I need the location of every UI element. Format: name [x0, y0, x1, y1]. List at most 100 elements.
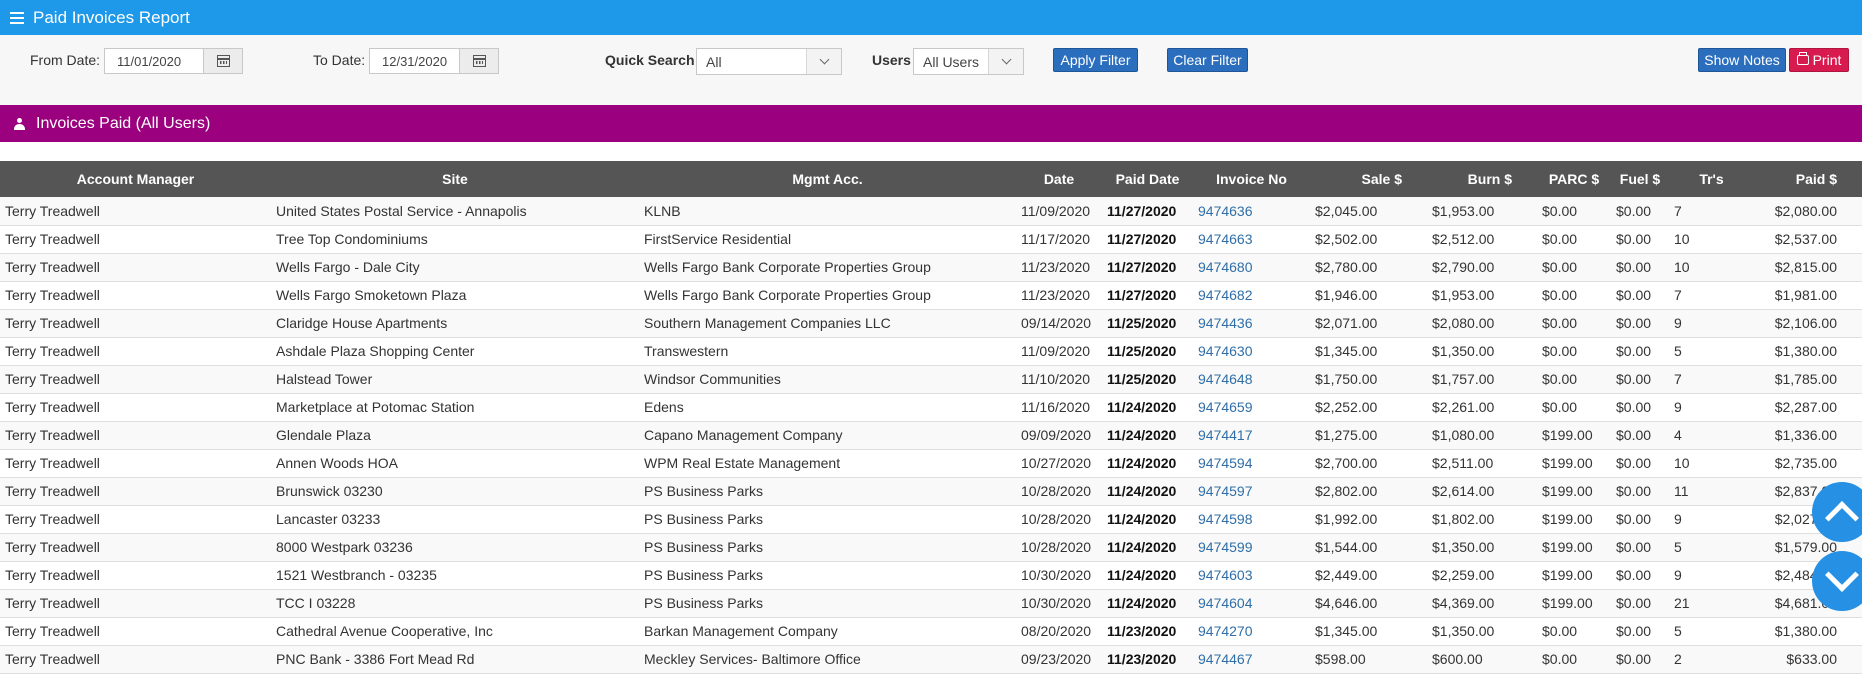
invoice-no-cell[interactable]: 9474663 [1193, 225, 1310, 253]
from-date-input[interactable]: 11/01/2020 [104, 48, 204, 74]
invoice-no-cell[interactable]: 9474603 [1193, 561, 1310, 589]
parc-cell: $199.00 [1542, 511, 1593, 527]
invoice-no-cell[interactable]: 9474636 [1193, 197, 1310, 225]
invoice-no-cell[interactable]: 9474599 [1193, 533, 1310, 561]
from-date-calendar-button[interactable] [203, 48, 243, 74]
users-select[interactable]: All Users [913, 48, 1024, 75]
invoice-no-cell[interactable]: 9474648 [1193, 365, 1310, 393]
paid-cell: $2,106.00 [1774, 315, 1837, 331]
column-header[interactable]: Site [271, 161, 639, 197]
invoice-link[interactable]: 9474680 [1198, 259, 1253, 275]
invoice-link[interactable]: 9474594 [1198, 455, 1253, 471]
invoice-link[interactable]: 9474467 [1198, 651, 1253, 667]
burn-cell: $600.00 [1432, 651, 1483, 667]
quick-search-select[interactable]: All [696, 48, 842, 75]
clear-filter-button[interactable]: Clear Filter [1167, 48, 1248, 72]
column-header[interactable]: Paid Date [1102, 161, 1193, 197]
burn-cell: $2,261.00 [1432, 399, 1495, 415]
invoice-no-cell[interactable]: 9474270 [1193, 617, 1310, 645]
hamburger-menu-icon[interactable] [10, 11, 24, 24]
mgmt-acc-cell: Wells Fargo Bank Corporate Properties Gr… [644, 259, 931, 275]
paid-date-cell: 11/24/2020 [1107, 511, 1177, 527]
date-cell: 10/30/2020 [1021, 595, 1092, 611]
invoice-link[interactable]: 9474636 [1198, 203, 1253, 219]
invoice-no-cell[interactable]: 9474680 [1193, 253, 1310, 281]
invoice-no-cell[interactable]: 9474630 [1193, 337, 1310, 365]
sale-cell: $2,780.00 [1315, 259, 1378, 275]
sale-cell: $2,449.00 [1315, 567, 1378, 583]
chevron-down-icon [819, 54, 829, 65]
table-row: Terry Treadwell Claridge House Apartments… [0, 309, 1862, 337]
invoice-no-cell[interactable]: 9474604 [1193, 589, 1310, 617]
table-row: Terry Treadwell Annen Woods HOA WPM Real E… [0, 449, 1862, 477]
column-header[interactable]: Date [1016, 161, 1102, 197]
print-button[interactable]: Print [1789, 48, 1849, 72]
invoice-link[interactable]: 9474682 [1198, 287, 1253, 303]
account-manager-cell: Terry Treadwell [5, 595, 100, 611]
mgmt-acc-cell: FirstService Residential [644, 231, 792, 247]
fuel-cell: $0.00 [1616, 343, 1652, 359]
site-cell: Halstead Tower [276, 371, 373, 387]
apply-filter-button[interactable]: Apply Filter [1053, 48, 1138, 72]
parc-cell: $0.00 [1542, 259, 1578, 275]
invoice-no-cell[interactable]: 9474417 [1193, 421, 1310, 449]
fuel-cell: $0.00 [1616, 259, 1652, 275]
invoice-link[interactable]: 9474648 [1198, 371, 1253, 387]
site-cell: Wells Fargo Smoketown Plaza [276, 287, 467, 303]
parc-cell: $0.00 [1542, 371, 1578, 387]
mgmt-acc-cell: PS Business Parks [644, 539, 764, 555]
site-cell: Glendale Plaza [276, 427, 371, 443]
print-icon [1796, 52, 1809, 65]
burn-cell: $4,369.00 [1432, 595, 1495, 611]
account-manager-cell: Terry Treadwell [5, 455, 100, 471]
burn-cell: $1,350.00 [1432, 623, 1495, 639]
column-header[interactable]: Mgmt Acc. [639, 161, 1016, 197]
invoice-no-cell[interactable]: 9474436 [1193, 309, 1310, 337]
column-header[interactable]: Account Manager [0, 161, 271, 197]
fuel-cell: $0.00 [1616, 483, 1652, 499]
invoice-no-cell[interactable]: 9474597 [1193, 477, 1310, 505]
show-notes-button[interactable]: Show Notes [1698, 48, 1786, 72]
account-manager-cell: Terry Treadwell [5, 259, 100, 275]
column-header[interactable]: PARC $ [1537, 161, 1611, 197]
invoice-link[interactable]: 9474598 [1198, 511, 1253, 527]
invoice-no-cell[interactable]: 9474598 [1193, 505, 1310, 533]
column-header[interactable]: Invoice No [1193, 161, 1310, 197]
mgmt-acc-cell: PS Business Parks [644, 511, 764, 527]
mgmt-acc-cell: Capano Management Company [644, 427, 843, 443]
invoice-link[interactable]: 9474270 [1198, 623, 1253, 639]
invoice-link[interactable]: 9474630 [1198, 343, 1253, 359]
invoice-no-cell[interactable]: 9474594 [1193, 449, 1310, 477]
invoice-no-cell[interactable]: 9474682 [1193, 281, 1310, 309]
invoice-link[interactable]: 9474659 [1198, 399, 1253, 415]
paid-date-cell: 11/24/2020 [1107, 455, 1177, 471]
to-date-input[interactable]: 12/31/2020 [369, 48, 460, 74]
section-title: Invoices Paid (All Users) [36, 114, 211, 132]
column-header[interactable]: Tr's [1669, 161, 1754, 197]
invoice-link[interactable]: 9474603 [1198, 567, 1253, 583]
date-cell: 10/28/2020 [1021, 511, 1092, 527]
invoice-link[interactable]: 9474663 [1198, 231, 1253, 247]
invoice-link[interactable]: 9474417 [1198, 427, 1253, 443]
mgmt-acc-cell: Wells Fargo Bank Corporate Properties Gr… [644, 287, 931, 303]
parc-cell: $0.00 [1542, 202, 1578, 219]
column-header[interactable]: Fuel $ [1611, 161, 1669, 197]
invoice-link[interactable]: 9474436 [1198, 315, 1253, 331]
to-date-calendar-button[interactable] [459, 48, 499, 74]
column-header[interactable]: Paid $ [1754, 161, 1862, 197]
date-cell: 11/10/2020 [1021, 371, 1091, 387]
invoice-no-cell[interactable]: 9474467 [1193, 645, 1310, 673]
parc-cell: $199.00 [1542, 483, 1593, 499]
trs-cell: 5 [1674, 623, 1682, 639]
account-manager-cell: Terry Treadwell [5, 567, 100, 583]
invoice-no-cell[interactable]: 9474659 [1193, 393, 1310, 421]
invoice-link[interactable]: 9474604 [1198, 595, 1253, 611]
column-header[interactable]: Burn $ [1427, 161, 1537, 197]
invoice-link[interactable]: 9474597 [1198, 483, 1253, 499]
fuel-cell: $0.00 [1616, 427, 1652, 443]
fuel-cell: $0.00 [1616, 539, 1652, 555]
site-cell: Annen Woods HOA [276, 455, 398, 471]
users-label: Users [872, 52, 911, 68]
invoice-link[interactable]: 9474599 [1198, 539, 1253, 555]
column-header[interactable]: Sale $ [1310, 161, 1427, 197]
